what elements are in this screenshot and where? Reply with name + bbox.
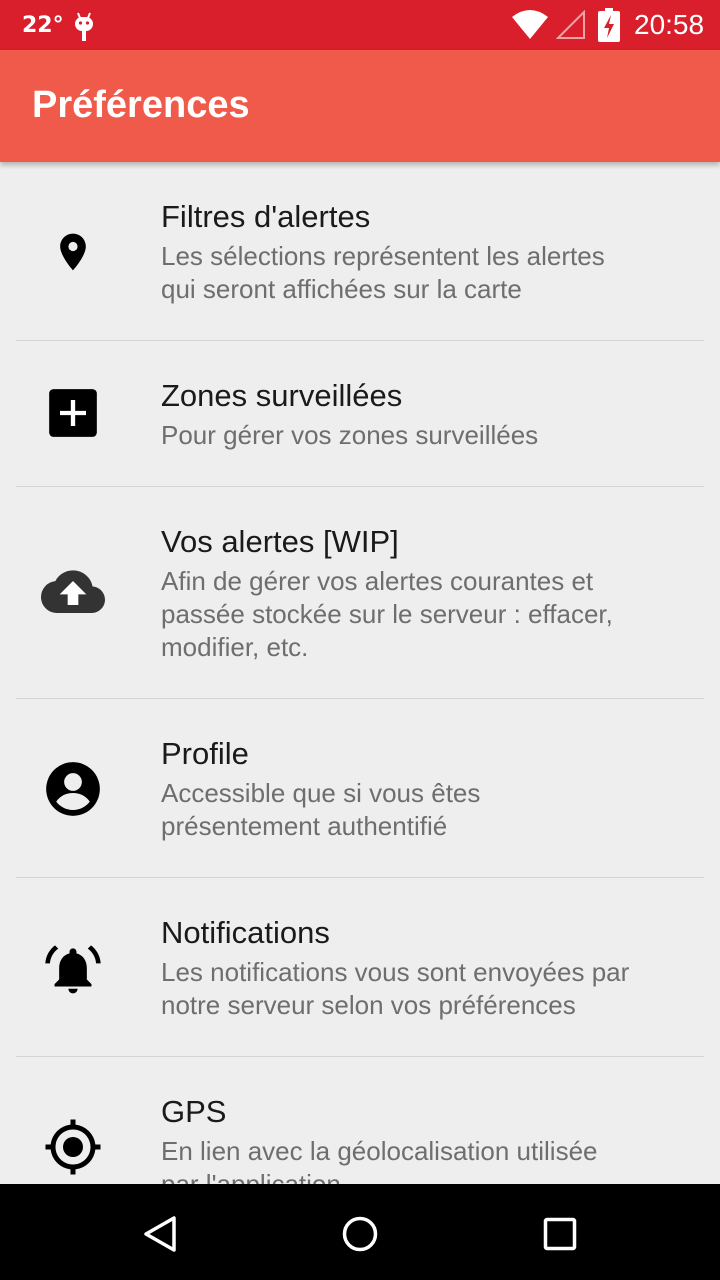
pref-texts: Notifications Les notifications vous son… <box>161 914 681 1022</box>
temperature-text: 22° <box>22 13 64 38</box>
summary-line: Afin de gérer vos alertes courantes et <box>161 566 594 596</box>
summary-line: passée stockée sur le serveur : effacer, <box>161 599 613 629</box>
pref-title: Profile <box>161 736 249 771</box>
pref-texts: Vos alertes [WIP] Afin de gérer vos aler… <box>161 523 681 664</box>
navigation-bar <box>0 1184 720 1280</box>
cloud-upload-icon <box>41 561 105 625</box>
pref-summary: Afin de gérer vos alertes courantes et p… <box>161 565 681 664</box>
summary-line: Les sélections représentent les alertes <box>161 241 605 271</box>
home-icon[interactable] <box>336 1210 384 1258</box>
pref-item-vos-alertes[interactable]: Vos alertes [WIP] Afin de gérer vos aler… <box>0 487 720 698</box>
add-box-icon <box>41 381 105 445</box>
notification-bell-icon <box>41 936 105 1000</box>
pref-texts: Filtres d'alertes Les sélections représe… <box>161 198 681 306</box>
summary-line: qui seront affichées sur la carte <box>161 274 522 304</box>
summary-line: Pour gérer vos zones surveillées <box>161 420 539 450</box>
summary-line: par l'application <box>161 1169 341 1184</box>
wifi-icon <box>512 10 548 39</box>
pref-item-notifications[interactable]: Notifications Les notifications vous son… <box>0 878 720 1056</box>
pref-title: Zones surveillées <box>161 378 403 413</box>
preferences-list: Filtres d'alertes Les sélections représe… <box>0 162 720 1184</box>
pref-summary: Les sélections représentent les alertes … <box>161 240 681 306</box>
summary-line: présentement authentifié <box>161 811 448 841</box>
signal-icon <box>556 10 585 39</box>
recents-icon[interactable] <box>536 1210 584 1258</box>
app-bar: Préférences <box>0 50 720 162</box>
location-pin-icon <box>41 220 105 284</box>
summary-line: modifier, etc. <box>161 632 309 662</box>
pref-item-gps[interactable]: GPS En lien avec la géolocalisation util… <box>0 1057 720 1184</box>
pref-texts: Profile Accessible que si vous êtes prés… <box>161 735 681 843</box>
pref-item-filtres-alertes[interactable]: Filtres d'alertes Les sélections représe… <box>0 162 720 340</box>
gps-fixed-icon <box>41 1115 105 1179</box>
status-bar: 22° 20:58 <box>0 0 720 50</box>
pref-summary: Les notifications vous sont envoyées par… <box>161 956 681 1022</box>
pref-item-profile[interactable]: Profile Accessible que si vous êtes prés… <box>0 699 720 877</box>
pref-summary: En lien avec la géolocalisation utilisée… <box>161 1135 681 1184</box>
summary-line: Les notifications vous sont envoyées par <box>161 957 630 987</box>
pref-texts: Zones surveillées Pour gérer vos zones s… <box>161 377 681 452</box>
pref-title: Notifications <box>161 915 330 950</box>
page-title: Préférences <box>32 84 250 126</box>
pref-item-zones-surveillees[interactable]: Zones surveillées Pour gérer vos zones s… <box>0 341 720 486</box>
summary-line: En lien avec la géolocalisation utilisée <box>161 1136 598 1166</box>
pref-title: Vos alertes [WIP] <box>161 524 399 559</box>
account-circle-icon <box>41 757 105 821</box>
summary-line: Accessible que si vous êtes <box>161 778 481 808</box>
back-icon[interactable] <box>136 1210 184 1258</box>
summary-line: notre serveur selon vos préférences <box>161 990 576 1020</box>
android-debug-icon <box>75 12 93 41</box>
battery-charging-icon <box>598 8 620 42</box>
clock-text: 20:58 <box>634 9 705 40</box>
pref-title: Filtres d'alertes <box>161 199 371 234</box>
pref-title: GPS <box>161 1094 227 1129</box>
pref-summary: Accessible que si vous êtes présentement… <box>161 777 681 843</box>
pref-texts: GPS En lien avec la géolocalisation util… <box>161 1093 681 1184</box>
pref-summary: Pour gérer vos zones surveillées <box>161 419 681 452</box>
